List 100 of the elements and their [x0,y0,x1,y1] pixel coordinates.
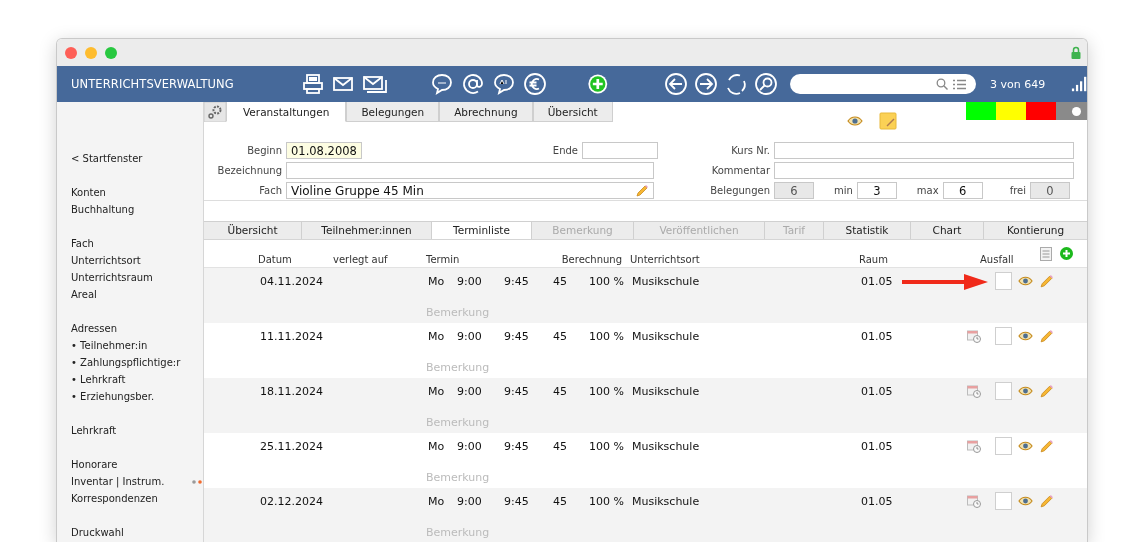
tab[interactable]: Übersicht [532,102,613,122]
add-icon[interactable] [1060,247,1073,261]
input-field[interactable] [286,162,654,179]
table-cell: 100 % [589,384,624,398]
pencil-icon[interactable] [635,183,649,198]
field-label: max [916,185,939,196]
pencil-icon[interactable] [1039,328,1054,344]
sidebar-item[interactable]: • Erziehungsber. [71,391,155,402]
tab[interactable]: Terminliste [432,220,532,239]
refresh-icon[interactable] [724,72,749,96]
eye-icon[interactable] [1018,331,1033,341]
tab[interactable]: Belegungen [346,102,440,122]
printer-icon[interactable] [301,73,324,95]
sidebar-item[interactable]: Konten [71,187,106,198]
input-field[interactable]: Violine Gruppe 45 Min [286,182,654,199]
tab[interactable]: Übersicht [204,220,302,239]
zoom-button[interactable] [105,46,117,59]
search-icon[interactable] [936,78,949,90]
sidebar-item[interactable]: Korrespondenzen [71,493,158,504]
list-icon[interactable] [953,78,967,90]
table-cell: Musikschule [632,439,700,453]
status-color-block[interactable] [966,102,996,120]
tab[interactable]: Statistik [824,220,911,239]
input-field[interactable] [774,162,1074,179]
tab[interactable]: Chart [911,220,984,239]
tab[interactable]: Abrechnung [439,102,533,122]
table-cell: Mo [428,329,445,343]
sidebar-item[interactable]: Unterrichtsraum [71,272,153,283]
table-cell: 01.05 [861,439,893,453]
pencil-icon[interactable] [1039,273,1054,289]
field-label: Ende [552,145,578,156]
status-color-block[interactable] [996,102,1026,120]
date-field[interactable] [582,142,658,159]
count-field[interactable]: 0 [1030,182,1070,199]
tab[interactable]: Veranstaltungen [226,102,347,122]
table-cell: 9:45 [504,494,529,508]
table-cell: 100 % [589,274,624,288]
checkbox[interactable] [995,437,1012,455]
document-icon[interactable] [1040,246,1052,261]
pencil-icon[interactable] [1039,493,1054,509]
sidebar-item[interactable]: Inventar | Instrum. [71,476,203,487]
sidebar-item[interactable]: Druckwahl [71,527,124,538]
sidebar-item[interactable]: Lehrkraft [71,425,117,436]
sidebar-item[interactable]: < Startfenster [71,153,143,164]
minimize-button[interactable] [85,46,97,59]
table-cell: 9:00 [457,384,482,398]
date-field[interactable]: 01.08.2008 [286,142,362,159]
eye-icon[interactable] [1018,496,1033,506]
table-cell: 100 % [589,494,624,508]
sidebar-item[interactable]: • Zahlungspflichtige:r [71,357,181,368]
eye-icon[interactable] [1018,276,1033,286]
table-cell: Musikschule [632,274,700,288]
calendar-clock-icon[interactable] [967,439,981,453]
sticky-note-icon[interactable] [878,112,897,130]
sidebar-item[interactable]: Adressen [71,323,117,334]
sidebar-item[interactable]: Unterrichtsort [71,255,141,266]
sidebar-item[interactable]: Buchhaltung [71,204,135,215]
tab[interactable]: Teilnehmer:innen [302,220,432,239]
search-field[interactable] [790,74,977,94]
sidebar-item[interactable]: Areal [71,289,97,300]
tab[interactable]: Kontierung [984,220,1087,239]
checkbox[interactable] [995,272,1012,290]
euro-icon[interactable] [522,72,547,96]
sidebar-item[interactable]: Fach [71,238,94,249]
table-cell: 01.05 [861,494,893,508]
sidebar-item[interactable]: • Lehrkraft [71,374,126,385]
calendar-clock-icon[interactable] [967,384,981,398]
input-field[interactable]: 3 [856,182,897,199]
pencil-icon[interactable] [1039,438,1054,454]
app-bubble-icon[interactable] [491,72,516,96]
input-field[interactable] [774,142,1074,159]
checkbox[interactable] [995,327,1012,345]
table-cell: Musikschule [632,329,700,343]
eye-icon[interactable] [1018,441,1033,451]
eye-icon[interactable] [846,116,863,126]
toggle-switch[interactable] [1056,102,1087,120]
record-counter: 3 von 649 [988,77,1047,91]
search-icon[interactable] [754,72,779,96]
pencil-icon[interactable] [1039,383,1054,399]
table-cell: 9:00 [457,439,482,453]
checkbox[interactable] [995,382,1012,400]
close-button[interactable] [65,46,77,59]
gears-icon[interactable] [204,102,226,122]
count-field[interactable]: 6 [774,182,814,199]
status-color-block[interactable] [1026,102,1056,120]
input-field[interactable]: 6 [942,182,983,199]
table-cell: Mo [428,494,445,508]
calendar-clock-icon[interactable] [967,494,981,508]
sidebar-item[interactable]: • Teilnehmer:in [71,340,148,351]
sms-bubble-icon[interactable] [429,72,454,96]
sidebar-item[interactable]: Honorare [71,459,118,470]
calendar-clock-icon[interactable] [967,329,981,343]
table-cell: 45 [553,439,567,453]
checkbox[interactable] [995,492,1012,510]
eye-icon[interactable] [1018,386,1033,396]
field-label: Kurs Nr. [730,145,770,156]
envelopes-icon[interactable] [361,73,388,95]
add-icon[interactable] [586,72,609,96]
field-label: min [834,185,853,196]
at-sign-icon[interactable] [460,72,485,96]
